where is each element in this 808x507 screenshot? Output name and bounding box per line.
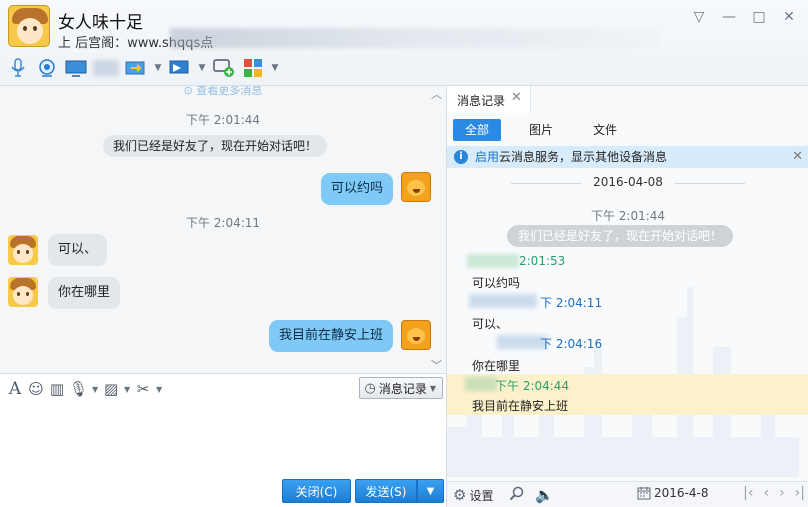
voice-dropdown-icon[interactable]: ▼ (91, 379, 99, 399)
filter-tab-all[interactable]: 全部 (453, 119, 502, 141)
send-options-dropdown[interactable]: ▼ (417, 479, 444, 503)
cloud-message-notice: i 启用云消息服务，显示其他设备消息 ✕ (447, 146, 808, 168)
camera-icon[interactable] (35, 56, 59, 80)
contact-name[interactable]: 女人味十足 (58, 8, 143, 33)
filter-tab-files[interactable]: 文件 (581, 119, 629, 141)
voice-message-icon[interactable]: 🎙 (69, 379, 88, 399)
font-icon[interactable]: A (6, 379, 24, 399)
chat-bubble-other[interactable]: 可以、 (48, 234, 108, 266)
info-icon: i (454, 150, 468, 164)
contact-avatar[interactable] (8, 5, 50, 47)
screenshot-dropdown-icon[interactable]: ▼ (155, 379, 163, 399)
sender-name-blur (467, 254, 519, 268)
image-icon[interactable]: ▨ (102, 379, 120, 399)
message-history-label: 消息记录 (378, 381, 427, 396)
more-messages-label: 查看更多消息 (196, 86, 263, 97)
format-toolbar: A ☺ ▥ 🎙 ▼ ▨ ▼ ✂ ▼ (6, 379, 163, 399)
gear-icon: ⚙ (453, 486, 467, 504)
history-message-text[interactable]: 可以、 (472, 315, 508, 332)
my-avatar[interactable] (401, 172, 431, 202)
file-transfer-icon[interactable] (124, 56, 148, 80)
history-sender-time: 下 2:04:11 (540, 296, 603, 310)
chat-bubble-self[interactable]: 可以约吗 (321, 173, 394, 205)
tab-close-icon[interactable]: ✕ (511, 90, 522, 105)
add-friend-icon[interactable] (212, 56, 236, 80)
send-button[interactable]: 发送(S) (355, 479, 417, 503)
contact-message-avatar[interactable] (8, 277, 38, 307)
close-button[interactable]: 关闭(C) (282, 479, 351, 503)
history-date-label: 2016-4-8 (654, 486, 709, 500)
message-timestamp: 下午 2:04:11 (185, 216, 261, 230)
my-avatar[interactable] (401, 320, 431, 350)
tab-label: 消息记录 (457, 94, 506, 108)
remote-assist-dropdown-icon[interactable]: ▼ (197, 56, 207, 80)
history-system-message: 我们已经是好友了，现在开始对话吧！ (507, 225, 734, 247)
apps-dropdown-icon[interactable]: ▼ (270, 56, 280, 80)
cloud-notice-text: 云消息服务，显示其他设备消息 (499, 150, 668, 164)
microphone-icon[interactable] (6, 56, 30, 80)
clock-icon: ◷ (364, 380, 376, 396)
search-icon (509, 486, 524, 501)
chat-message-area[interactable]: ⊙ 查看更多消息 ︿ 下午 2:01:44 我们已经是好友了，现在开始对话吧！ … (0, 86, 446, 373)
speaker-icon: 🔈 (535, 486, 554, 504)
more-messages-link[interactable]: ⊙ 查看更多消息 (0, 86, 446, 98)
chat-toolbar: ▼ ▼ ▼ (6, 56, 280, 80)
enable-cloud-link[interactable]: 启用 (475, 150, 499, 164)
sender-name-blur (465, 377, 497, 391)
menu-icon[interactable]: ▽ (690, 8, 708, 26)
settings-button[interactable]: ⚙ 设置 (453, 486, 493, 504)
screen-share-icon[interactable] (64, 56, 88, 80)
window-controls: ▽ — □ ✕ (690, 8, 798, 26)
filter-tab-images[interactable]: 图片 (517, 119, 565, 141)
history-message-text[interactable]: 你在哪里 (472, 357, 520, 374)
collapse-up-icon[interactable]: ︿ (431, 86, 442, 102)
message-timestamp: 下午 2:01:44 (185, 113, 261, 127)
screenshot-scissors-icon[interactable]: ✂ (134, 379, 152, 399)
last-page-icon[interactable]: ›| (795, 485, 805, 501)
history-footer: ⚙ 设置 🔈 2016-4-8 |‹ ‹ › ›| (447, 481, 808, 507)
collapse-down-icon[interactable]: ﹀ (431, 357, 442, 373)
chat-bubble-other[interactable]: 你在哪里 (48, 277, 121, 309)
signature-blur (170, 28, 660, 48)
close-icon[interactable]: ✕ (780, 8, 798, 26)
tab-message-history[interactable]: 消息记录 ✕ (447, 86, 531, 113)
sender-name-blur (469, 294, 537, 308)
first-page-icon[interactable]: |‹ (743, 485, 753, 501)
minimize-icon[interactable]: — (720, 8, 738, 26)
message-history-button[interactable]: ◷ 消息记录 ▼ (359, 377, 443, 399)
apps-icon[interactable] (241, 56, 265, 80)
history-sender-time: 2:01:53 (519, 254, 566, 268)
history-sender-time: 下午 2:04:44 (495, 379, 570, 393)
history-filter-tabs: 全部 图片 文件 (453, 119, 629, 141)
system-message: 我们已经是好友了，现在开始对话吧！ (103, 135, 328, 157)
history-timestamp: 下午 2:01:44 (590, 209, 666, 223)
settings-label: 设置 (469, 488, 494, 503)
search-button[interactable] (509, 486, 524, 501)
sound-button[interactable]: 🔈 (535, 486, 554, 504)
date-picker[interactable]: 2016-4-8 (637, 486, 708, 500)
chat-bubble-self[interactable]: 我目前在静安上班 (269, 320, 394, 352)
prev-page-icon[interactable]: ‹ (763, 485, 769, 501)
remote-assist-icon[interactable] (168, 56, 192, 80)
emoji-icon[interactable]: ☺ (27, 379, 45, 399)
message-editor[interactable] (6, 404, 438, 474)
message-history-panel: 消息记录 ✕ 全部 图片 文件 i 启用云消息服务，显示其他设备消息 ✕ 201… (446, 86, 808, 507)
history-pager: |‹ ‹ › ›| (743, 485, 805, 501)
history-message-text[interactable]: 我目前在静安上班 (472, 397, 568, 414)
notice-close-icon[interactable]: ✕ (792, 146, 803, 168)
contact-message-avatar[interactable] (8, 235, 38, 265)
history-sender-time: 下 2:04:16 (540, 337, 603, 351)
toolbar-blur (93, 60, 119, 76)
gif-icon[interactable]: ▥ (48, 379, 66, 399)
maximize-icon[interactable]: □ (750, 8, 768, 26)
next-page-icon[interactable]: › (779, 485, 785, 501)
image-dropdown-icon[interactable]: ▼ (123, 379, 131, 399)
title-bar: 女人味十足 上 后宫阁：www.shqqs点 ▽ — □ ✕ ▼ ▼ ▼ (0, 0, 808, 86)
history-message-text[interactable]: 可以约吗 (472, 274, 520, 291)
calendar-icon (637, 487, 651, 500)
chevron-down-icon: ▼ (429, 383, 436, 393)
history-date-divider: 2016-04-08 (481, 175, 775, 191)
file-transfer-dropdown-icon[interactable]: ▼ (153, 56, 163, 80)
